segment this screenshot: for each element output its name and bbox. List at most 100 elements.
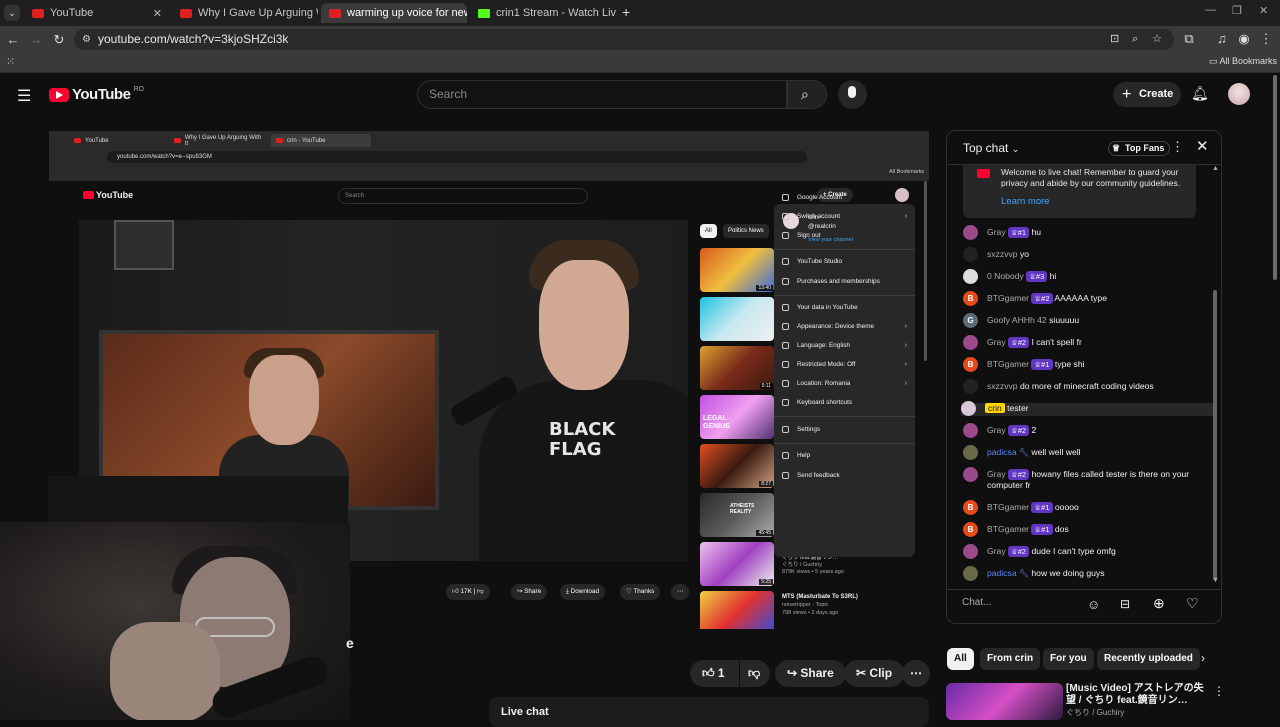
voice-search-button[interactable] [838,80,867,109]
chat-author-name[interactable]: BTGgamer [987,524,1029,534]
more-actions-button[interactable]: ⋯ [902,660,930,687]
live-chat-replay-header[interactable]: Live chat [489,697,929,727]
chat-author-name[interactable]: Gray [987,337,1006,347]
extensions-icon[interactable]: ⧉ [1181,31,1197,47]
chat-avatar[interactable] [963,269,978,284]
close-window-icon[interactable]: ✕ [1259,4,1268,17]
recommended-thumbnail[interactable] [946,683,1063,720]
filter-chip-all[interactable]: All [947,648,974,670]
maximize-icon[interactable]: ❐ [1232,4,1242,17]
chat-message[interactable]: sxzzvvp yo [963,247,1215,262]
chat-message[interactable]: padicsa 🔧︎ how we doing guys [963,566,1215,581]
chat-author-name[interactable]: sxzzvvp [987,381,1018,391]
profile-icon[interactable]: ◉ [1236,31,1252,47]
chat-author-name[interactable]: Gray [987,469,1006,479]
browser-tab[interactable]: Why I Gave Up Arguing With the ✕ [172,3,318,23]
chat-message[interactable]: Gray ♕#1 hu [963,225,1215,240]
chat-avatar[interactable]: B [963,357,978,372]
chat-input[interactable]: Chat... [962,597,1092,617]
chat-avatar[interactable] [963,445,978,460]
chat-mode-dropdown[interactable]: Top chat ⌄ [963,141,1019,155]
back-icon[interactable]: ← [5,32,21,48]
filter-chip-for-you[interactable]: For you [1043,648,1094,670]
all-bookmarks-folder[interactable]: ▭ All Bookmarks [1209,56,1277,67]
chat-message[interactable]: padicsa 🔧︎ well well well [963,445,1215,460]
browser-tab[interactable]: YouTube ✕ [24,3,170,23]
bookmark-star-icon[interactable]: ☆ [1152,29,1162,50]
browser-tab-active[interactable]: warming up voice for new vide ✕ [321,3,467,23]
chat-message[interactable]: B BTGgamer ♕#1 ooooo [963,500,1215,515]
chat-author-name[interactable]: Gray [987,227,1006,237]
chat-message[interactable]: crin tester [961,401,1213,416]
notifications-bell-icon[interactable]: 🔔︎ [1191,85,1209,102]
account-avatar[interactable] [1228,83,1250,105]
chat-avatar[interactable]: B [963,291,978,306]
reload-icon[interactable]: ↻ [51,32,67,48]
chat-author-name[interactable]: Gray [987,546,1006,556]
apps-icon[interactable]: ⁙ [6,55,15,68]
add-icon[interactable]: ⊕ [1153,595,1165,612]
share-button[interactable]: ↪ Share [775,660,846,687]
install-icon[interactable]: ⊡ [1110,29,1119,50]
learn-more-link[interactable]: Learn more [1001,196,1050,207]
chat-author-name[interactable]: BTGgamer [987,359,1029,369]
youtube-logo[interactable]: YouTube RO [49,86,144,103]
search-input[interactable]: Search [417,80,787,109]
chat-author-name[interactable]: 0 Nobody [987,271,1024,281]
browser-tab[interactable]: crin1 Stream - Watch Live on Ki ✕ [470,3,616,23]
tab-list-button[interactable]: ⌄ [4,5,20,21]
chat-avatar[interactable] [963,225,978,240]
filter-chip-recently-uploaded[interactable]: Recently uploaded [1097,648,1200,670]
forward-icon[interactable]: → [28,32,44,48]
chat-avatar[interactable] [963,379,978,394]
chat-message[interactable]: sxzzvvp do more of minecraft coding vide… [963,379,1215,394]
chat-message[interactable]: Gray ♕#2 2 [963,423,1215,438]
chat-author-name[interactable]: BTGgamer [987,502,1029,512]
chat-avatar[interactable] [963,566,978,581]
address-bar[interactable]: ⚙ youtube.com/watch?v=3kjoSHZci3k ⊡ ⌕ ☆ [74,29,1174,50]
top-fans-button[interactable]: ♕ Top Fans [1108,141,1171,156]
chat-avatar[interactable] [963,467,978,482]
chat-message[interactable]: 0 Nobody ♕#3 hi [963,269,1215,284]
chat-message[interactable]: Gray ♕#2 dude I can't type omfg [963,544,1215,559]
chat-avatar[interactable] [963,423,978,438]
chat-message[interactable]: Gray ♕#2 howany files called tester is t… [963,467,1215,491]
media-controls-icon[interactable]: ♫ [1214,31,1230,47]
chat-author-name[interactable]: BTGgamer [987,293,1029,303]
super-chat-icon[interactable]: ⊟ [1120,597,1130,611]
clip-button[interactable]: ✂ Clip [844,660,905,687]
close-chat-icon[interactable]: ✕ [1196,137,1209,155]
hamburger-menu-icon[interactable]: ☰ [17,86,31,106]
chat-author-name[interactable]: sxzzvvp [987,249,1018,259]
chat-avatar[interactable] [963,335,978,350]
chevron-right-icon[interactable]: › [1201,651,1205,665]
chat-avatar[interactable]: G [963,313,978,328]
chat-scroll-up-icon[interactable]: ▲ [1212,165,1219,172]
close-tab-icon[interactable]: ✕ [153,7,162,20]
recommended-title[interactable]: [Music Video] アストレアの失望 / ぐちり feat.鏡音リン… … [1066,683,1206,719]
chat-avatar[interactable] [963,247,978,262]
chat-author-name[interactable]: padicsa [987,568,1017,578]
heart-icon[interactable]: ♡ [1186,595,1199,612]
recommended-more-icon[interactable]: ⋮ [1213,684,1225,698]
chat-author-name[interactable]: padicsa [987,447,1017,457]
chat-avatar[interactable]: B [963,522,978,537]
minimize-icon[interactable]: — [1205,4,1216,16]
chat-message[interactable]: B BTGgamer ♕#1 type shi [963,357,1215,372]
search-button[interactable]: ⌕ [787,80,827,109]
filter-chip-from-crin[interactable]: From crin [980,648,1041,670]
chat-author-name[interactable]: Gray [987,425,1006,435]
chat-author-name[interactable]: Goofy AHHh 42 [987,315,1047,325]
chat-message[interactable]: Gray ♕#2 I can't spell fr [963,335,1215,350]
chat-avatar[interactable]: B [963,500,978,515]
emoji-icon[interactable]: ☺ [1087,597,1100,612]
chat-scrollbar[interactable] [1213,290,1217,580]
dislike-button[interactable]: 👎︎ [740,660,770,687]
browser-menu-icon[interactable]: ⋮ [1258,31,1274,47]
chat-message[interactable]: B BTGgamer ♕#1 dos [963,522,1215,537]
chat-message[interactable]: B BTGgamer ♕#2 AAAAAA type [963,291,1215,306]
like-button[interactable]: 👍︎ 1 [690,660,739,687]
chat-avatar[interactable] [961,401,976,416]
chat-scroll-down-icon[interactable]: ▼ [1212,577,1219,584]
chat-more-icon[interactable]: ⋮ [1171,139,1184,155]
